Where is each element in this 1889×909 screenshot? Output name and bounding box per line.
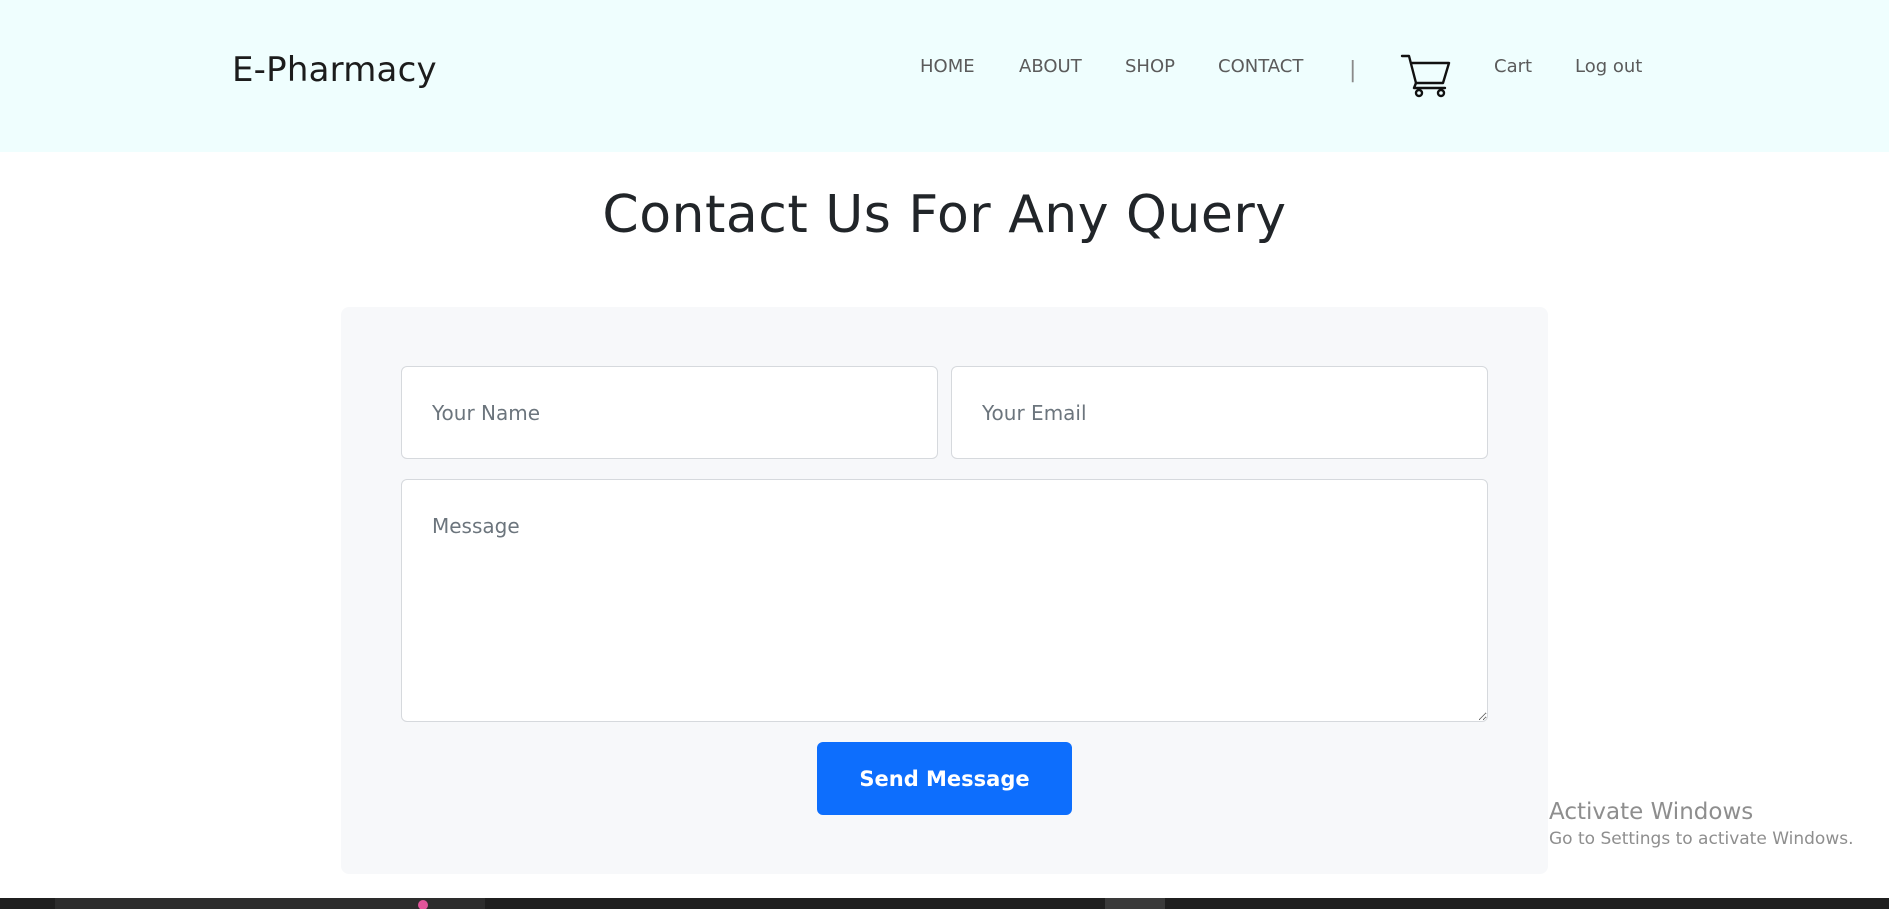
nav-shop[interactable]: SHOP	[1125, 56, 1175, 77]
contact-form: Send Message	[341, 307, 1548, 874]
site-header: E-Pharmacy HOME ABOUT SHOP CONTACT | Car…	[0, 0, 1889, 152]
page-title: Contact Us For Any Query	[602, 185, 1287, 245]
email-input[interactable]	[951, 366, 1488, 459]
name-input[interactable]	[401, 366, 938, 459]
taskbar-active-app[interactable]	[1105, 898, 1165, 909]
taskbar-app-icon[interactable]	[418, 900, 428, 909]
watermark-subtitle: Go to Settings to activate Windows.	[1549, 829, 1854, 849]
activate-windows-watermark: Activate Windows Go to Settings to activ…	[1549, 797, 1854, 851]
nav-home[interactable]: HOME	[920, 56, 975, 77]
message-textarea[interactable]	[401, 479, 1488, 722]
nav-about[interactable]: ABOUT	[1019, 56, 1082, 77]
nav-contact[interactable]: CONTACT	[1218, 56, 1303, 77]
logout-link[interactable]: Log out	[1575, 56, 1642, 77]
send-message-button[interactable]: Send Message	[817, 742, 1072, 815]
watermark-title: Activate Windows	[1549, 799, 1754, 825]
cart-icon[interactable]	[1400, 52, 1452, 98]
page: E-Pharmacy HOME ABOUT SHOP CONTACT | Car…	[0, 0, 1889, 909]
nav-separator: |	[1349, 58, 1357, 83]
brand-logo[interactable]: E-Pharmacy	[232, 50, 437, 90]
taskbar	[0, 898, 1889, 909]
cart-link[interactable]: Cart	[1494, 56, 1532, 77]
